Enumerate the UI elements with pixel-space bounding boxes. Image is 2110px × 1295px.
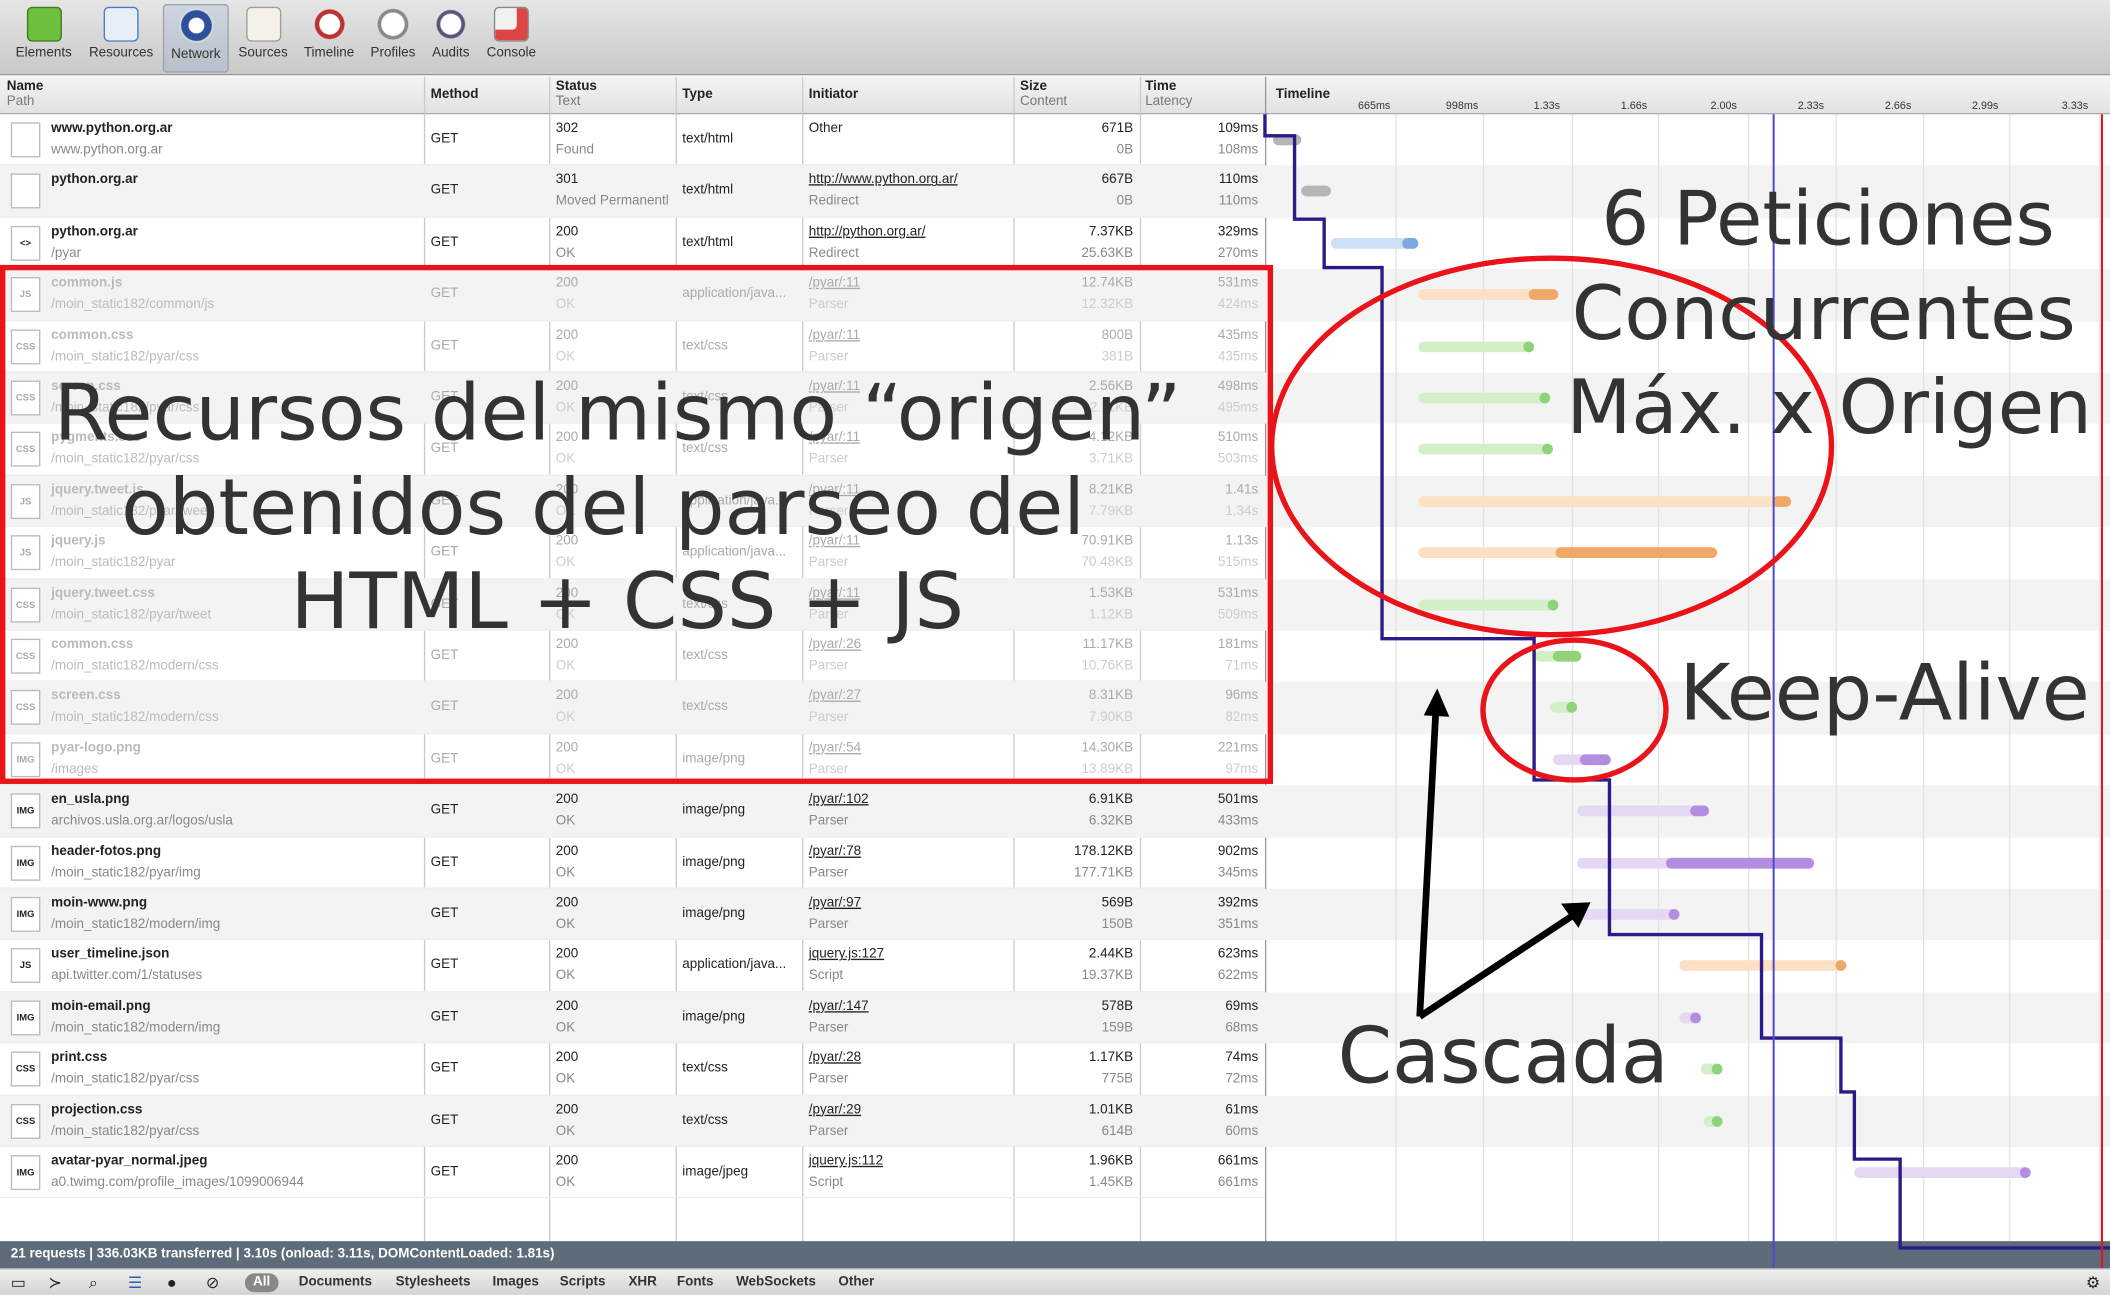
cascada-arrowhead-left: [1423, 688, 1450, 717]
cascada-label: Cascada: [1337, 1009, 1669, 1102]
cascada-arrow-right: [1417, 911, 1577, 1020]
recursos-line-3: HTML + CSS + JS: [290, 555, 965, 647]
recursos-line-2: obtenidos del parseo del: [121, 461, 1085, 553]
devtools-window: Elements Resources Network Sources Timel…: [0, 0, 2110, 1295]
recursos-line-1: Recursos del mismo “origen”: [53, 367, 1182, 459]
keepalive-label: Keep-Alive: [1679, 646, 2090, 739]
peticiones-line-1: 6 Peticiones: [1601, 176, 2055, 264]
keepalive-ellipse: [1480, 637, 1669, 783]
peticiones-line-2: Concurrentes: [1571, 270, 2076, 358]
cascada-arrow-left: [1416, 709, 1440, 1017]
peticiones-line-3: Máx. x Origen: [1566, 364, 2092, 452]
